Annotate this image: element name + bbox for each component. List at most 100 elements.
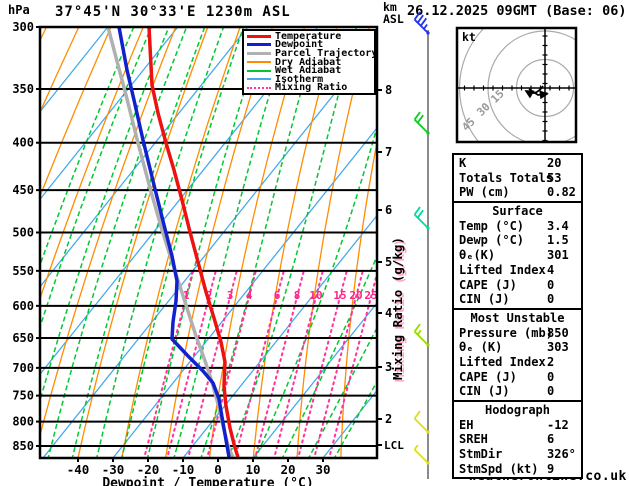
svg-text:600: 600 — [12, 299, 34, 313]
mixing-ratio-labels: 1 2 3 4 6 8 10 15 20 25 — [183, 289, 378, 302]
table-row: StmDir 326° — [454, 447, 581, 462]
row-value: 1.5 — [547, 233, 569, 248]
section-header: Hodograph — [484, 403, 551, 417]
row-label: SREH — [459, 432, 488, 447]
legend-line-swatch — [247, 43, 271, 47]
table-row: StmSpd (kt) 9 — [454, 462, 581, 477]
hodograph: 153045kt — [455, 26, 578, 144]
table-row: Totals Totals 53 — [454, 171, 581, 186]
legend-line-swatch — [247, 86, 271, 89]
svg-text:2: 2 — [385, 412, 392, 426]
row-value: 9 — [547, 461, 555, 476]
hodograph-ring-label: 45 — [459, 115, 478, 134]
row-value: 0 — [547, 384, 555, 399]
legend-line-swatch — [247, 69, 271, 72]
table-row: SREH 6 — [454, 432, 581, 447]
table-row: θₑ(K) 301 — [454, 248, 581, 263]
svg-text:15: 15 — [333, 289, 346, 302]
legend-box: Temperature Dewpoint Parcel Trajectory Dry … — [242, 29, 377, 96]
row-label: Totals Totals — [459, 170, 553, 185]
pressure-tick-labels: 300 350 400 450 500 550 600 650 700 750 800 850 — [12, 20, 40, 453]
svg-text:500: 500 — [12, 226, 34, 240]
mixing-ratio-axis-label: Mixing Ratio (g/kg)Mixing Ratio (g/kg) — [390, 237, 407, 382]
svg-text:25: 25 — [364, 289, 377, 302]
svg-text:850: 850 — [12, 439, 34, 453]
row-value: 326° — [547, 447, 576, 462]
table-row: K 20 — [454, 156, 581, 171]
row-value: 0 — [547, 292, 555, 307]
wind-barb — [413, 11, 430, 35]
table-row: Dewp (°C) 1.5 — [454, 233, 581, 248]
wind-barb-column — [413, 11, 430, 479]
row-value: 4 — [547, 262, 555, 277]
table-row: Lifted Index 2 — [454, 355, 581, 370]
table-section: Hodograph EH -12 SREH 6 StmDir 326° StmSpd (kt)… — [452, 400, 583, 480]
svg-text:550: 550 — [12, 264, 34, 278]
legend-line-swatch — [247, 51, 271, 55]
row-label: PW (cm) — [459, 185, 510, 200]
legend-line-swatch — [247, 61, 271, 64]
row-label: Dewp (°C) — [459, 233, 525, 248]
svg-text:8: 8 — [294, 289, 301, 302]
x-axis-title: Dewpoint / Temperature (°C) — [102, 476, 313, 486]
svg-text:650: 650 — [12, 331, 34, 345]
row-value: 0 — [547, 369, 555, 384]
row-label: K — [459, 156, 467, 170]
lcl-label: LCL — [384, 439, 404, 452]
row-label: CIN (J) — [459, 384, 510, 399]
legend-line-swatch — [247, 34, 271, 38]
row-value: -12 — [547, 417, 569, 432]
row-value: 303 — [547, 340, 569, 355]
row-label: Lifted Index — [459, 354, 546, 369]
row-label: Temp (°C) — [459, 218, 525, 233]
svg-text:8: 8 — [385, 83, 392, 97]
svg-text:4: 4 — [246, 289, 253, 302]
section-header: Most Unstable — [470, 310, 565, 325]
table-section: Surface Temp (°C) 3.4 Dewp (°C) 1.5 θₑ(K) 301 L… — [452, 201, 583, 310]
svg-text:30: 30 — [315, 462, 330, 477]
row-label: StmDir — [459, 447, 503, 462]
table-section: Most Unstable Pressure (mb) 850 θₑ (K) 303 Li… — [452, 307, 583, 402]
hodograph-unit-label: kt — [462, 30, 476, 44]
row-label: StmSpd (kt) — [459, 461, 539, 476]
svg-text:0: 0 — [214, 462, 222, 477]
skewt-app: hPa 37°45'N 30°33'E 1230m ASL km ASL 26.… — [0, 0, 629, 486]
row-label: θₑ (K) — [459, 340, 503, 355]
svg-text:800: 800 — [12, 415, 34, 429]
table-section: K 20 Totals Totals 53 PW (cm) 0.82 — [452, 153, 583, 204]
temp-tick-labels: -40 -30 -20 -10 0 10 20 30 — [67, 458, 331, 477]
section-header: Surface — [492, 204, 543, 219]
table-row: EH -12 — [454, 418, 581, 433]
table-row: CIN (J) 0 — [454, 384, 581, 399]
svg-text:3: 3 — [227, 289, 234, 302]
row-value: 20 — [547, 156, 562, 170]
svg-text:400: 400 — [12, 136, 34, 150]
svg-text:Mixing Ratio (g/kg): Mixing Ratio (g/kg) — [390, 237, 405, 380]
table-row: CAPE (J) 0 — [454, 278, 581, 293]
svg-text:7: 7 — [385, 145, 392, 159]
table-row: CAPE (J) 0 — [454, 370, 581, 385]
svg-text:300: 300 — [12, 20, 34, 34]
legend-label: Mixing Ratio — [275, 82, 348, 94]
row-value: 53 — [547, 170, 562, 185]
table-row: Temp (°C) 3.4 — [454, 219, 581, 234]
svg-text:20: 20 — [280, 462, 295, 477]
table-row: PW (cm) 0.82 — [454, 185, 581, 200]
svg-text:-30: -30 — [102, 462, 125, 477]
parcel-trajectory-curve — [106, 26, 235, 458]
row-value: 301 — [547, 248, 569, 263]
svg-text:450: 450 — [12, 183, 34, 197]
table-row: Lifted Index 4 — [454, 263, 581, 278]
svg-text:6: 6 — [274, 289, 281, 302]
table-row: Pressure (mb) 850 — [454, 326, 581, 341]
table-row: CIN (J) 0 — [454, 292, 581, 307]
legend-line-swatch — [247, 78, 271, 81]
row-label: EH — [459, 417, 474, 432]
row-value: 3.4 — [547, 218, 569, 233]
row-value: 0 — [547, 277, 555, 292]
row-label: Pressure (mb) — [459, 325, 553, 340]
row-label: CAPE (J) — [459, 277, 517, 292]
svg-text:750: 750 — [12, 389, 34, 403]
row-label: Lifted Index — [459, 262, 546, 277]
svg-text:6: 6 — [385, 203, 392, 217]
